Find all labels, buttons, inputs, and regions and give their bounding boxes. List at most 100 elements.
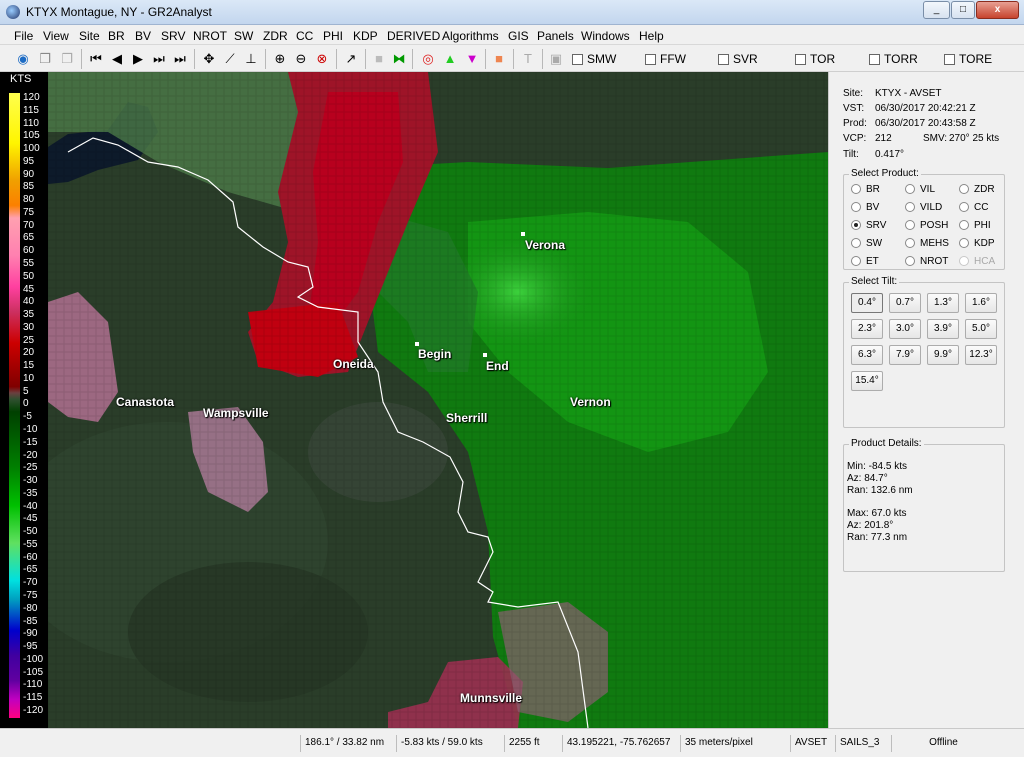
detail-min-az: Az: 84.7° <box>847 473 888 484</box>
toolbar-separator <box>194 49 195 69</box>
menu-gis[interactable]: GIS <box>508 29 529 43</box>
menu-panels[interactable]: Panels <box>537 29 574 43</box>
menu-derived[interactable]: DERIVED <box>387 29 440 43</box>
menu-file[interactable]: File <box>14 29 33 43</box>
pan-icon[interactable]: ✥ <box>201 50 217 68</box>
measure-icon[interactable]: ⟋ <box>222 50 238 68</box>
product-option-vild[interactable]: VILD <box>905 202 942 213</box>
next-frame-icon[interactable]: ⏭ <box>151 50 167 68</box>
menu-sw[interactable]: SW <box>234 29 253 43</box>
product-option-vil[interactable]: VIL <box>905 184 935 195</box>
product-option-mehs[interactable]: MEHS <box>905 238 949 249</box>
zoom-in-icon[interactable]: ⊕ <box>272 50 288 68</box>
product-option-hca[interactable]: HCA <box>959 256 995 267</box>
menu-algorithms[interactable]: Algorithms <box>442 29 499 43</box>
vst-value: 06/30/2017 20:42:21 Z <box>875 103 976 114</box>
status-vcp-mode: SAILS_3 <box>835 735 889 752</box>
tilt-button[interactable]: 1.3° <box>927 293 959 313</box>
smv-value: 270° 25 kts <box>949 133 1000 144</box>
color-table-icon[interactable]: ■ <box>492 50 506 68</box>
product-option-zdr[interactable]: ZDR <box>959 184 995 195</box>
warning-torr-checkbox[interactable]: TORR <box>869 52 918 66</box>
frame-icon[interactable]: ▣ <box>549 50 563 68</box>
tilt-button[interactable]: 5.0° <box>965 319 997 339</box>
tilt-button[interactable]: 2.3° <box>851 319 883 339</box>
app-icon <box>6 5 20 19</box>
tilt-button[interactable]: 12.3° <box>965 345 997 365</box>
last-frame-icon[interactable]: ⏭ <box>172 50 188 68</box>
menu-nrot[interactable]: NROT <box>193 29 227 43</box>
menu-srv[interactable]: SRV <box>161 29 185 43</box>
product-option-phi[interactable]: PHI <box>959 220 991 231</box>
first-frame-icon[interactable]: ⏮ <box>88 50 104 68</box>
tilt-button[interactable]: 6.3° <box>851 345 883 365</box>
legend-tick-label: 120 <box>23 92 40 103</box>
legend-tick-label: -90 <box>23 628 38 640</box>
menu-help[interactable]: Help <box>639 29 664 43</box>
product-option-label: VIL <box>920 184 936 195</box>
tilt-button[interactable]: 1.6° <box>965 293 997 313</box>
menu-kdp[interactable]: KDP <box>353 29 378 43</box>
warning-smw-checkbox[interactable]: SMW <box>572 52 616 66</box>
menu-windows[interactable]: Windows <box>581 29 630 43</box>
product-option-posh[interactable]: POSH <box>905 220 948 231</box>
cross-section-icon[interactable]: ⊥ <box>243 50 259 68</box>
text-tool-icon[interactable]: T <box>520 50 536 68</box>
paste-icon[interactable]: ❐ <box>58 50 76 68</box>
previous-frame-icon[interactable]: ◀ <box>109 50 125 68</box>
menu-zdr[interactable]: ZDR <box>263 29 288 43</box>
product-option-sw[interactable]: SW <box>851 238 882 249</box>
radio-button-icon <box>905 184 915 194</box>
product-option-nrot[interactable]: NROT <box>905 256 948 267</box>
tilt-button[interactable]: 3.0° <box>889 319 921 339</box>
legend-tick-label: 20 <box>23 347 35 359</box>
minimize-button[interactable]: _ <box>923 1 950 19</box>
radar-icon[interactable]: ◎ <box>419 50 437 68</box>
legend-tick-label: -115 <box>23 692 43 704</box>
warning-ffw-checkbox[interactable]: FFW <box>645 52 686 66</box>
legend-tick-label: -60 <box>23 551 38 563</box>
zoom-reset-icon[interactable]: ⊗ <box>314 50 330 68</box>
legend-tick-label: -70 <box>23 577 38 589</box>
arrow-tool-icon[interactable]: ↗ <box>343 50 359 68</box>
product-option-srv[interactable]: SRV <box>851 220 886 231</box>
storm-track-icon[interactable]: ⧓ <box>391 50 407 68</box>
tilt-button[interactable]: 0.7° <box>889 293 921 313</box>
city-label-oneida: Oneida <box>333 357 374 371</box>
warning-tor-checkbox[interactable]: TOR <box>795 52 835 66</box>
product-option-label: KDP <box>974 238 995 249</box>
warning-svr-checkbox[interactable]: SVR <box>718 52 758 66</box>
mesocyclone-icon[interactable]: ▲ <box>441 50 459 68</box>
close-button[interactable]: x <box>976 1 1019 19</box>
product-option-kdp[interactable]: KDP <box>959 238 995 249</box>
tilt-button[interactable]: 0.4° <box>851 293 883 313</box>
placemark-icon[interactable]: ■ <box>372 50 386 68</box>
radar-map[interactable]: Verona Begin End Oneida Canastota Wampsv… <box>48 72 828 728</box>
tvs-icon[interactable]: ▼ <box>463 50 481 68</box>
menu-phi[interactable]: PHI <box>323 29 343 43</box>
product-option-cc[interactable]: CC <box>959 202 988 213</box>
tilt-button[interactable]: 7.9° <box>889 345 921 365</box>
warning-tore-checkbox[interactable]: TORE <box>944 52 992 66</box>
product-option-bv[interactable]: BV <box>851 202 879 213</box>
globe-icon[interactable]: ◉ <box>14 50 32 68</box>
tilt-button[interactable]: 15.4° <box>851 371 883 391</box>
menu-site[interactable]: Site <box>79 29 100 43</box>
menu-cc[interactable]: CC <box>296 29 313 43</box>
tilt-button[interactable]: 3.9° <box>927 319 959 339</box>
detail-max: Max: 67.0 kts <box>847 508 907 519</box>
product-option-et[interactable]: ET <box>851 256 879 267</box>
menu-bv[interactable]: BV <box>135 29 151 43</box>
zoom-out-icon[interactable]: ⊖ <box>293 50 309 68</box>
legend-tick-label: 80 <box>23 194 35 206</box>
tilt-button[interactable]: 9.9° <box>927 345 959 365</box>
site-value: KTYX - AVSET <box>875 88 942 99</box>
menu-br[interactable]: BR <box>108 29 125 43</box>
maximize-button[interactable]: □ <box>951 1 975 19</box>
menu-view[interactable]: View <box>43 29 69 43</box>
legend-tick-label: -100 <box>23 653 44 665</box>
product-option-br[interactable]: BR <box>851 184 880 195</box>
play-icon[interactable]: ▶ <box>130 50 146 68</box>
copy-icon[interactable]: ❐ <box>36 50 54 68</box>
radio-button-icon <box>905 202 915 212</box>
